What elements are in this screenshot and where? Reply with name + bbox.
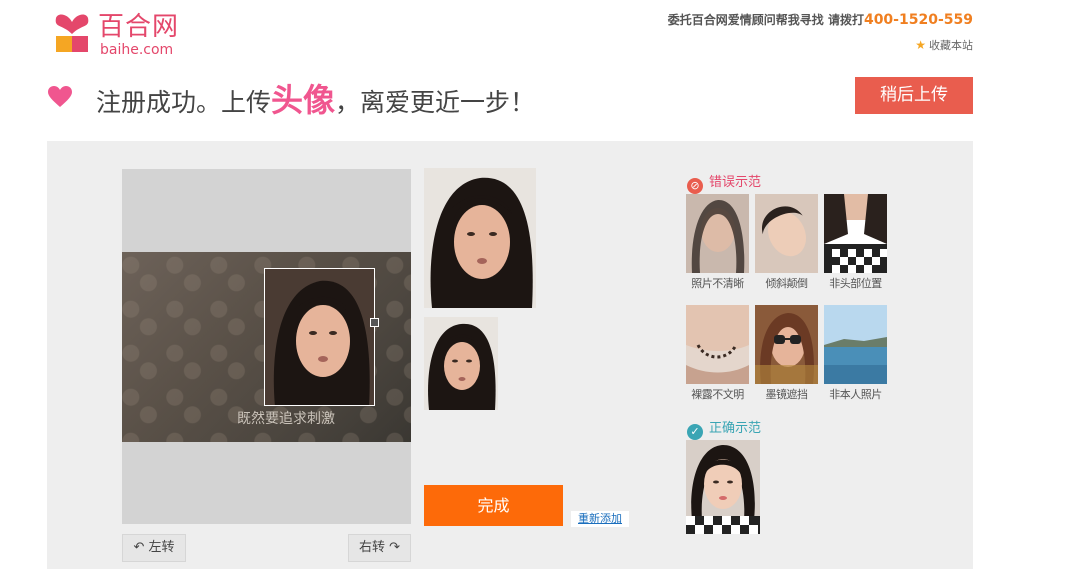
hotline-text: 委托百合网爱情顾问帮我寻找 请拨打400-1520-559 (668, 11, 973, 28)
prohibit-icon: ⊘ (687, 178, 703, 194)
example-label: 非本人照片 (829, 388, 882, 401)
example-label: 照片不清晰 (691, 277, 744, 290)
wrong-example-tilted: 倾斜颠倒 (755, 194, 818, 291)
bookmark-link[interactable]: ★ 收藏本站 (915, 37, 973, 53)
example-label: 非头部位置 (829, 277, 882, 290)
rotate-left-icon: ↶ (133, 540, 145, 555)
heart-logo-icon (54, 14, 90, 54)
example-thumb (824, 194, 887, 273)
upload-later-button[interactable]: 稍后上传 (855, 77, 973, 114)
example-label: 倾斜颠倒 (765, 277, 809, 290)
example-label: 裸露不文明 (691, 388, 744, 401)
wrong-examples-title: ⊘ 错误示范 (687, 171, 761, 194)
photo-caption: 既然要追求刺激 (237, 411, 335, 427)
bookmark-label: 收藏本站 (929, 39, 973, 52)
banner-text-before: 注册成功。上传 (96, 88, 272, 117)
rotate-right-icon: ↷ (389, 540, 401, 555)
example-thumb (824, 305, 887, 384)
check-icon: ✓ (687, 424, 703, 440)
done-button[interactable]: 完成 (424, 485, 563, 526)
logo[interactable]: 百合网 baihe.com (54, 12, 194, 60)
uploaded-photo: 既然要追求刺激 (122, 252, 411, 442)
banner-text-after: ，离爱更近一步！ (335, 88, 536, 117)
rotate-right-button[interactable]: 右转 ↷ (348, 534, 411, 562)
wrong-example-sunglasses: 墨镜遮挡 (755, 305, 818, 402)
re-add-link[interactable]: 重新添加 (571, 511, 629, 527)
banner-title: 注册成功。上传头像，离爱更近一步！ (96, 84, 535, 119)
upload-panel: 既然要追求刺激 ↶ 左转 右转 ↷ 完成 重新添加 ⊘ 错误示范 照片不清晰 倾… (47, 141, 973, 569)
rotate-right-label: 右转 (358, 540, 385, 555)
wrong-title-text: 错误示范 (709, 175, 762, 190)
preview-large (424, 168, 536, 308)
star-icon: ★ (915, 38, 926, 52)
wrong-example-not-head: 非头部位置 (824, 194, 887, 291)
wrong-example-not-self: 非本人照片 (824, 305, 887, 402)
example-thumb (755, 305, 818, 384)
logo-domain: baihe.com (100, 42, 174, 58)
wrong-example-blurry: 照片不清晰 (686, 194, 749, 291)
right-title-text: 正确示范 (709, 421, 762, 436)
example-label: 墨镜遮挡 (765, 388, 809, 401)
example-thumb (686, 194, 749, 273)
rotate-left-label: 左转 (148, 540, 175, 555)
banner-emphasis: 头像 (271, 81, 336, 119)
crop-resize-handle[interactable] (370, 318, 379, 327)
wrong-example-revealing: 裸露不文明 (686, 305, 749, 402)
right-example-title: ✓ 正确示范 (687, 417, 761, 440)
logo-text: 百合网 (98, 12, 180, 42)
crop-selection[interactable] (264, 268, 375, 406)
example-thumb (686, 305, 749, 384)
rotate-left-button[interactable]: ↶ 左转 (122, 534, 186, 562)
example-thumb (755, 194, 818, 273)
right-example-photo (686, 440, 760, 534)
crop-area[interactable]: 既然要追求刺激 (122, 169, 411, 524)
hotline-phone: 400-1520-559 (863, 12, 973, 28)
heart-icon (48, 86, 72, 108)
preview-small (424, 317, 498, 410)
hotline-label: 委托百合网爱情顾问帮我寻找 请拨打 (667, 13, 864, 27)
